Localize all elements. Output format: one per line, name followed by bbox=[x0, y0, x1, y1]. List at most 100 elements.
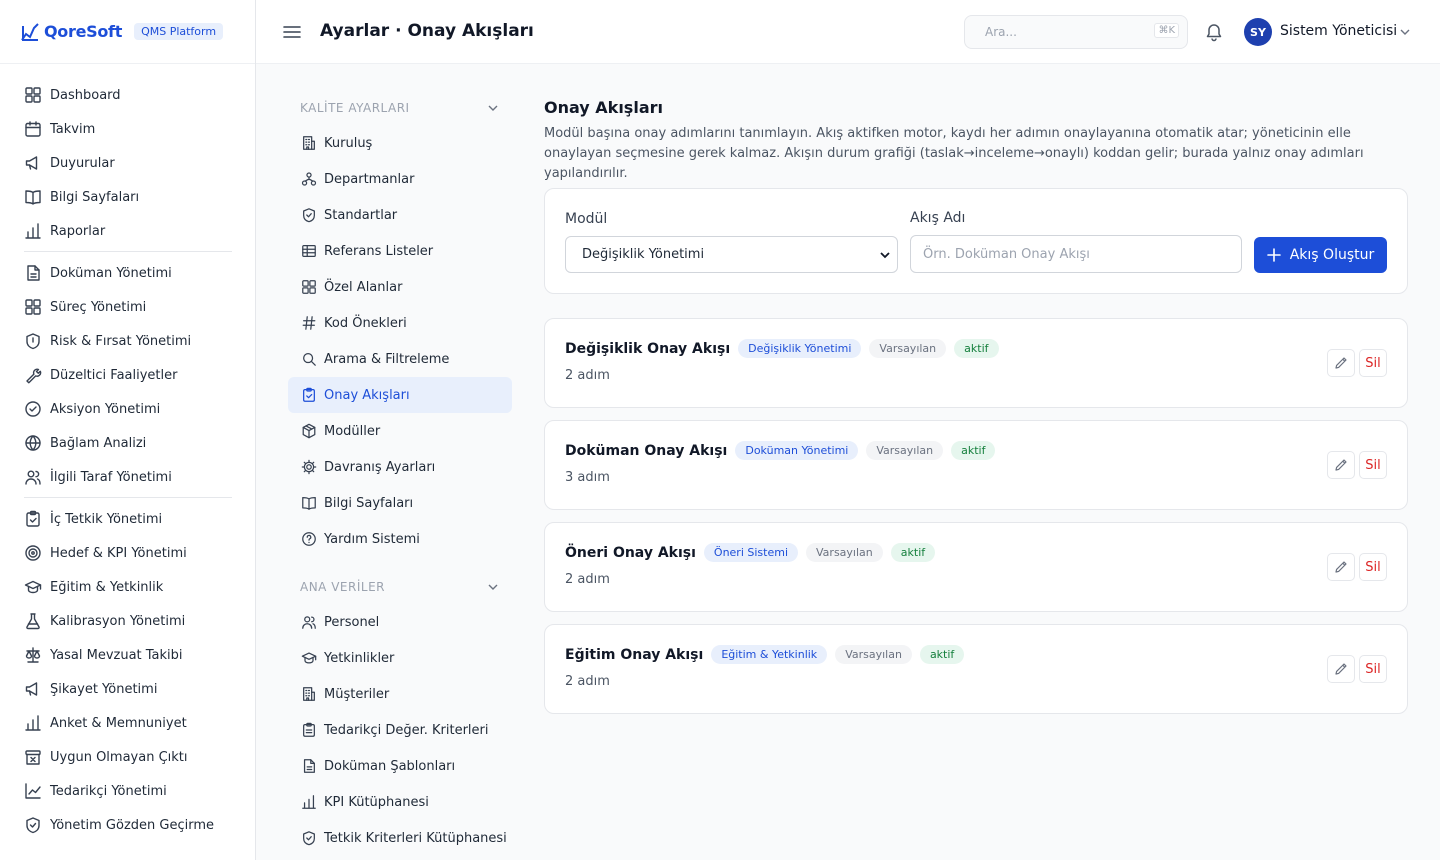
sidebar-item-bilgi-sayfalar-[interactable]: Bilgi Sayfaları bbox=[24, 180, 231, 214]
settings-item-standartlar[interactable]: Standartlar bbox=[288, 197, 512, 233]
sidebar-item-i-lgili-taraf-y-netimi[interactable]: İlgili Taraf Yönetimi bbox=[24, 460, 231, 494]
settings-item-label: Referans Listeler bbox=[324, 243, 434, 259]
hamburger-menu-icon[interactable] bbox=[282, 22, 302, 42]
sidebar-item-tedarik-i-y-netimi[interactable]: Tedarikçi Yönetimi bbox=[24, 774, 231, 808]
bar-chart-icon bbox=[302, 795, 316, 809]
sidebar-item--ikayet-y-netimi[interactable]: Şikayet Yönetimi bbox=[24, 672, 231, 706]
sidebar-item-risk-f-rsat-y-netimi[interactable]: Risk & Fırsat Yönetimi bbox=[24, 324, 231, 358]
sidebar-item-label: Yasal Mevzuat Takibi bbox=[50, 647, 183, 663]
sidebar-item-label: Süreç Yönetimi bbox=[50, 299, 147, 315]
user-name[interactable]: Sistem Yöneticisi bbox=[1280, 23, 1397, 39]
sidebar-item-y-netim-g-zden-ge-irme[interactable]: Yönetim Gözden Geçirme bbox=[24, 808, 231, 842]
settings-item-dok-man-ablonlar-[interactable]: Doküman Şablonları bbox=[288, 748, 512, 784]
settings-item-label: Arama & Filtreleme bbox=[324, 351, 450, 367]
settings-item-yard-m-sistemi[interactable]: Yardım Sistemi bbox=[288, 521, 512, 557]
sidebar-item-s-re-y-netimi[interactable]: Süreç Yönetimi bbox=[24, 290, 231, 324]
brand-name[interactable]: QoreSoft bbox=[44, 22, 122, 41]
users-icon bbox=[25, 470, 41, 485]
sidebar-item-e-itim-yetkinlik[interactable]: Eğitim & Yetkinlik bbox=[24, 570, 231, 604]
module-select-value: Değişiklik Yönetimi bbox=[582, 247, 705, 262]
settings-item-tedarik-i-de-er-kriterleri[interactable]: Tedarikçi Değer. Kriterleri bbox=[288, 712, 512, 748]
book-icon bbox=[25, 190, 41, 205]
flow-name-input[interactable]: Örn. Doküman Onay Akışı bbox=[910, 235, 1242, 273]
settings-item-personel[interactable]: Personel bbox=[288, 604, 512, 640]
flow-step-count: 2 adım bbox=[565, 572, 610, 587]
settings-item-davran-ayarlar-[interactable]: Davranış Ayarları bbox=[288, 449, 512, 485]
settings-item--zel-alanlar[interactable]: Özel Alanlar bbox=[288, 269, 512, 305]
settings-section-header[interactable]: KALİTE AYARLARI bbox=[300, 98, 500, 118]
plus-icon bbox=[1266, 248, 1281, 262]
flow-card-header: Öneri Onay Akışı Öneri Sistemi Varsayılan a… bbox=[565, 543, 943, 562]
edit-flow-button[interactable] bbox=[1327, 349, 1355, 377]
settings-item-label: Müşteriler bbox=[324, 686, 390, 702]
settings-section-header[interactable]: ANA VERİLER bbox=[300, 577, 500, 597]
settings-item-arama-filtreleme[interactable]: Arama & Filtreleme bbox=[288, 341, 512, 377]
package-icon bbox=[302, 423, 316, 439]
edit-flow-button[interactable] bbox=[1327, 553, 1355, 581]
bar-chart-icon bbox=[25, 223, 41, 239]
delete-flow-button[interactable]: Sil bbox=[1359, 451, 1387, 479]
create-flow-button[interactable]: Akış Oluştur bbox=[1254, 237, 1387, 273]
settings-item-label: Tetkik Kriterleri Kütüphanesi bbox=[324, 830, 507, 846]
sidebar-item-uygun-olmayan-kt-[interactable]: Uygun Olmayan Çıktı bbox=[24, 740, 231, 774]
settings-item-label: Bilgi Sayfaları bbox=[324, 495, 414, 511]
sidebar-item-duyurular[interactable]: Duyurular bbox=[24, 146, 231, 180]
create-flow-form: Modül Değişiklik Yönetimi Akış Adı Örn. … bbox=[544, 188, 1408, 294]
sidebar-item-takvim[interactable]: Takvim bbox=[24, 112, 231, 146]
global-search-input[interactable]: Ara... ⌘K bbox=[964, 15, 1188, 49]
settings-item-yetkinlikler[interactable]: Yetkinlikler bbox=[288, 640, 512, 676]
settings-item-m-teriler[interactable]: Müşteriler bbox=[288, 676, 512, 712]
sidebar-item-ba-lam-analizi[interactable]: Bağlam Analizi bbox=[24, 426, 231, 460]
default-badge: Varsayılan bbox=[806, 543, 883, 562]
document-icon bbox=[303, 759, 315, 773]
chevron-down-icon[interactable] bbox=[1398, 25, 1412, 39]
settings-item-tetkik-kriterleri-k-t-phanesi[interactable]: Tetkik Kriterleri Kütüphanesi bbox=[288, 820, 512, 856]
sidebar-item-i-tetkik-y-netimi[interactable]: İç Tetkik Yönetimi bbox=[24, 502, 231, 536]
settings-item-kurulu-[interactable]: Kuruluş bbox=[288, 125, 512, 161]
edit-flow-button[interactable] bbox=[1327, 655, 1355, 683]
hash-icon bbox=[302, 316, 316, 330]
section-title: Onay Akışları bbox=[544, 98, 663, 117]
user-avatar[interactable]: SY bbox=[1244, 18, 1272, 46]
settings-item-bilgi-sayfalar-[interactable]: Bilgi Sayfaları bbox=[288, 485, 512, 521]
status-badge: aktif bbox=[951, 441, 996, 460]
sidebar-item-yasal-mevzuat-takibi[interactable]: Yasal Mevzuat Takibi bbox=[24, 638, 231, 672]
sidebar-item-label: Dashboard bbox=[50, 87, 121, 103]
building-icon bbox=[303, 687, 315, 701]
grid-icon bbox=[25, 299, 41, 315]
shield-check-icon bbox=[303, 831, 315, 846]
sidebar-item-raporlar[interactable]: Raporlar bbox=[24, 214, 231, 248]
sidebar-item-aksiyon-y-netimi[interactable]: Aksiyon Yönetimi bbox=[24, 392, 231, 426]
flow-card: Doküman Onay Akışı Doküman Yönetimi Varsay… bbox=[544, 420, 1408, 510]
qoresoft-logo-icon bbox=[21, 22, 39, 41]
page-title: Ayarlar · Onay Akışları bbox=[320, 21, 534, 41]
settings-item-kod-nekleri[interactable]: Kod Önekleri bbox=[288, 305, 512, 341]
sidebar-item-label: Kalibrasyon Yönetimi bbox=[50, 613, 186, 629]
delete-flow-button[interactable]: Sil bbox=[1359, 349, 1387, 377]
sidebar-item-dashboard[interactable]: Dashboard bbox=[24, 78, 231, 112]
settings-item-referans-listeler[interactable]: Referans Listeler bbox=[288, 233, 512, 269]
settings-item-kpi-k-t-phanesi[interactable]: KPI Kütüphanesi bbox=[288, 784, 512, 820]
sidebar-item-anket-memnuniyet[interactable]: Anket & Memnuniyet bbox=[24, 706, 231, 740]
chevron-down-icon bbox=[488, 105, 498, 111]
module-select[interactable]: Değişiklik Yönetimi bbox=[565, 236, 898, 273]
sidebar-item-label: Düzeltici Faaliyetler bbox=[50, 367, 178, 383]
settings-item-onay-ak-lar-[interactable]: Onay Akışları bbox=[288, 377, 512, 413]
sidebar-item-d-zeltici-faaliyetler[interactable]: Düzeltici Faaliyetler bbox=[24, 358, 231, 392]
bell-icon[interactable] bbox=[1204, 22, 1224, 42]
flow-card: Öneri Onay Akışı Öneri Sistemi Varsayılan a… bbox=[544, 522, 1408, 612]
delete-flow-button[interactable]: Sil bbox=[1359, 655, 1387, 683]
delete-flow-button[interactable]: Sil bbox=[1359, 553, 1387, 581]
settings-section-title: KALİTE AYARLARI bbox=[300, 101, 410, 115]
module-badge: Değişiklik Yönetimi bbox=[738, 339, 862, 358]
edit-flow-button[interactable] bbox=[1327, 451, 1355, 479]
settings-item-mod-ller[interactable]: Modüller bbox=[288, 413, 512, 449]
sidebar-item-label: Şikayet Yönetimi bbox=[50, 681, 158, 697]
settings-item-departmanlar[interactable]: Departmanlar bbox=[288, 161, 512, 197]
create-flow-label: Akış Oluştur bbox=[1289, 247, 1375, 263]
target-icon bbox=[25, 545, 41, 561]
flow-name: Doküman Onay Akışı bbox=[565, 442, 728, 459]
sidebar-item-dok-man-y-netimi[interactable]: Doküman Yönetimi bbox=[24, 256, 231, 290]
sidebar-item-hedef-kpi-y-netimi[interactable]: Hedef & KPI Yönetimi bbox=[24, 536, 231, 570]
sidebar-item-kalibrasyon-y-netimi[interactable]: Kalibrasyon Yönetimi bbox=[24, 604, 231, 638]
